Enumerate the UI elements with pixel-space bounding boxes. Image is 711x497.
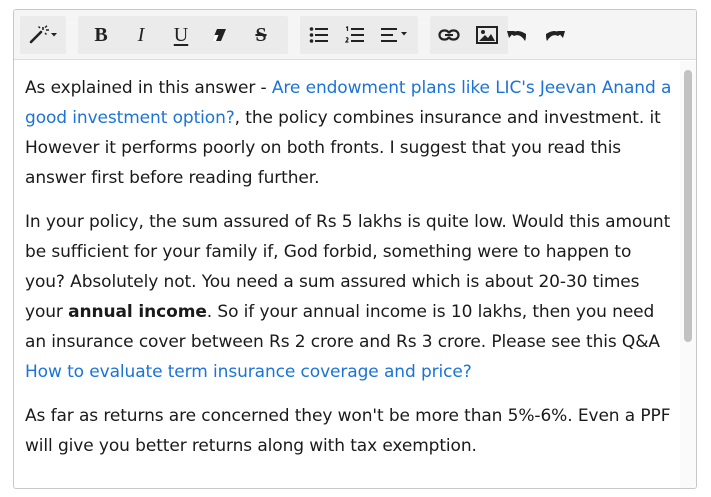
strikethrough-icon: S bbox=[255, 24, 267, 46]
link-button[interactable] bbox=[430, 16, 468, 54]
redo-icon bbox=[546, 31, 565, 41]
align-dropdown-icon bbox=[381, 28, 407, 42]
bullet-list-button[interactable] bbox=[300, 16, 338, 54]
eraser-icon bbox=[212, 29, 226, 41]
link-icon bbox=[438, 29, 460, 41]
toolbar-group-font: B I U S bbox=[78, 16, 288, 54]
bold-icon: B bbox=[94, 24, 108, 46]
toolbar-group-insert bbox=[430, 16, 508, 54]
align-dropdown-button[interactable] bbox=[372, 16, 418, 54]
numbered-list-icon bbox=[345, 26, 364, 43]
term-insurance-link[interactable]: How to evaluate term insurance coverage … bbox=[25, 362, 472, 382]
undo-icon bbox=[507, 31, 526, 41]
bold-button[interactable]: B bbox=[82, 16, 120, 54]
underline-icon: U bbox=[173, 24, 189, 46]
magic-wand-dropdown-button[interactable] bbox=[20, 16, 66, 54]
strikethrough-button[interactable]: S bbox=[242, 16, 280, 54]
paragraph-2: In your policy, the sum assured of Rs 5 … bbox=[25, 207, 672, 387]
editor-content-area[interactable]: As explained in this answer - Are endowm… bbox=[14, 61, 682, 488]
undo-button[interactable] bbox=[498, 16, 536, 54]
image-icon bbox=[476, 26, 498, 44]
chevron-down-icon bbox=[401, 32, 407, 36]
numbered-list-button[interactable] bbox=[336, 16, 374, 54]
paragraph-1-intro: As explained in this answer - bbox=[25, 78, 272, 98]
toolbar-group-history bbox=[498, 16, 574, 54]
toolbar-group-paragraph bbox=[300, 16, 418, 54]
editor-toolbar: B I U S bbox=[14, 10, 696, 60]
scrollbar-track[interactable] bbox=[680, 61, 696, 488]
scrollbar-thumb[interactable] bbox=[684, 70, 692, 342]
chevron-down-icon bbox=[51, 33, 57, 37]
paragraph-1: As explained in this answer - Are endowm… bbox=[25, 73, 672, 193]
italic-icon: I bbox=[137, 24, 145, 46]
redo-button[interactable] bbox=[536, 16, 574, 54]
bulleted-list-icon bbox=[309, 27, 328, 43]
toolbar-group-style bbox=[20, 16, 66, 54]
annual-income-bold: annual income bbox=[68, 302, 207, 322]
underline-button[interactable]: U bbox=[162, 16, 200, 54]
rich-text-editor: B I U S As explained in this answer - Ar… bbox=[13, 9, 697, 489]
clear-format-button[interactable] bbox=[200, 16, 238, 54]
italic-button[interactable]: I bbox=[122, 16, 160, 54]
magic-wand-icon bbox=[29, 25, 57, 44]
paragraph-3: As far as returns are concerned they won… bbox=[25, 406, 671, 456]
